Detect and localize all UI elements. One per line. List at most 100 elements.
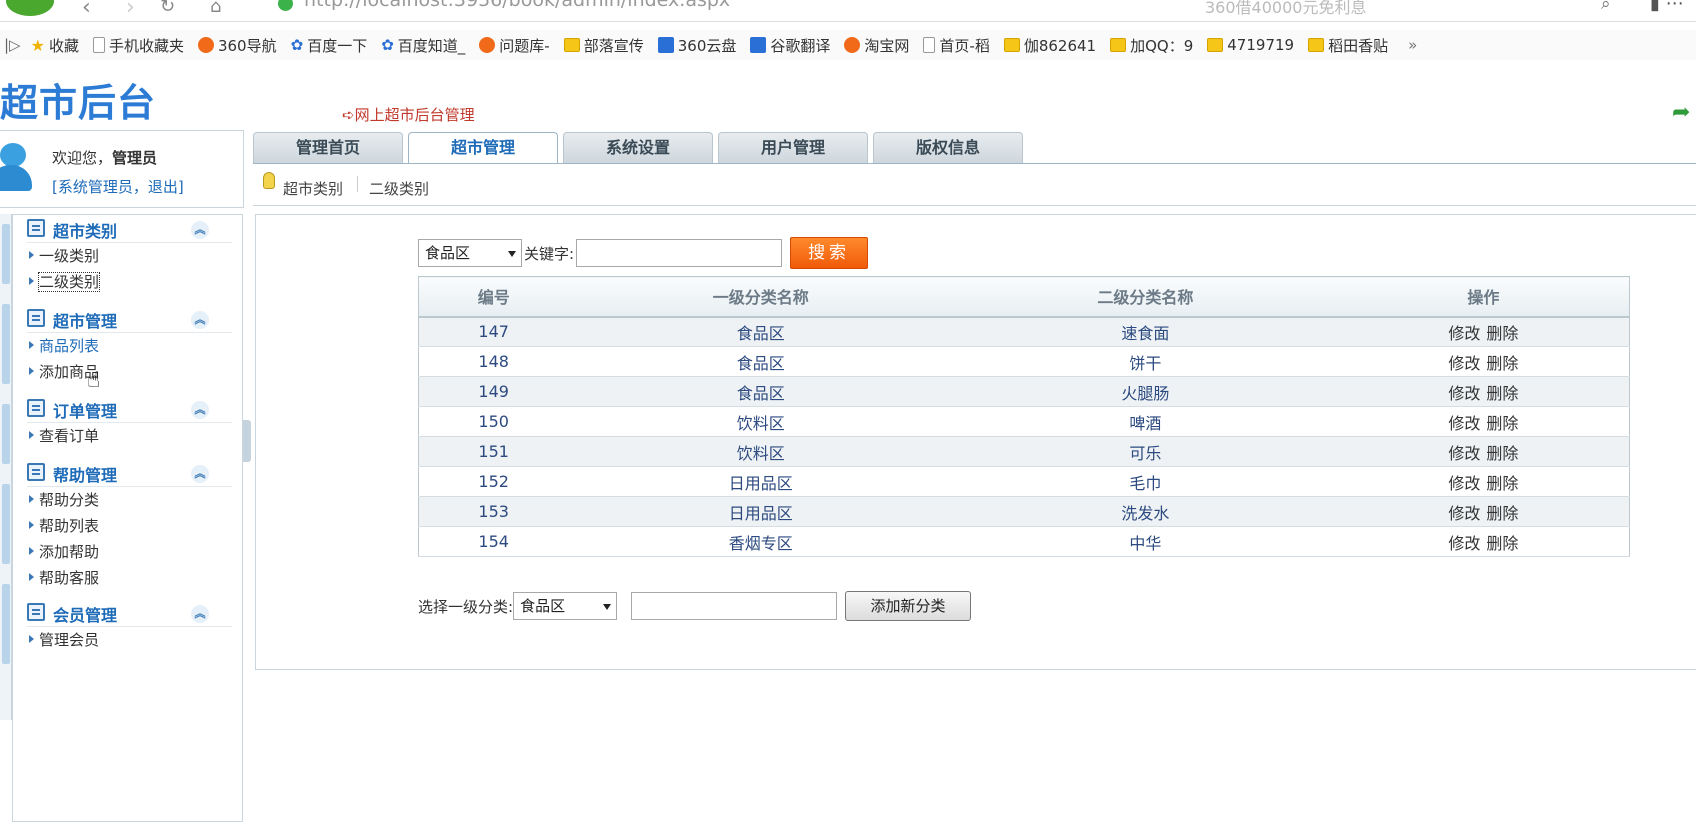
search-icon[interactable]: ⌕	[1601, 0, 1611, 14]
edit-icon	[27, 309, 45, 327]
bookmark-item[interactable]: 稻田香贴	[1308, 35, 1388, 56]
sidebar-item[interactable]: 添加商品	[27, 359, 232, 385]
dropdown-arrow-icon	[508, 251, 516, 257]
subcategory-table: 编号 一级分类名称 二级分类名称 操作 147 食品区 速食面 修改 删除 148 食品区饼…	[418, 276, 1630, 557]
delete-link[interactable]: 删除	[1486, 444, 1518, 463]
subnav-item-subcategory[interactable]: 二级类别	[369, 178, 429, 199]
sidebar-item[interactable]: 查看订单	[27, 423, 232, 449]
edit-link[interactable]: 修改	[1448, 354, 1480, 373]
add-category-select[interactable]: 食品区	[513, 592, 618, 620]
delete-link[interactable]: 删除	[1486, 324, 1518, 343]
strip-tab[interactable]	[2, 304, 10, 384]
menu-group-header[interactable]: 超市类别 ︽	[27, 215, 232, 243]
bookmark-label: 360云盘	[677, 36, 737, 55]
back-icon[interactable]: ‹	[82, 0, 91, 20]
chevron-up-icon[interactable]: ︽	[191, 401, 209, 419]
chevron-up-icon[interactable]: ︽	[191, 605, 209, 623]
bookmark-item[interactable]: 首页-稻	[923, 35, 990, 56]
logout-link[interactable]: 退出	[148, 178, 178, 196]
sidebar-item[interactable]: 二级类别	[27, 269, 232, 295]
forward-icon[interactable]: ›	[126, 0, 135, 20]
bookmark-item[interactable]: 淘宝网	[844, 35, 909, 56]
reload-icon[interactable]: ↻	[160, 0, 175, 17]
chevron-up-icon[interactable]: ︽	[191, 465, 209, 483]
strip-tab[interactable]	[2, 584, 10, 664]
sidebar-item[interactable]: 帮助分类	[27, 487, 232, 513]
delete-link[interactable]: 删除	[1486, 474, 1518, 493]
subnav-item-category[interactable]: 超市类别	[283, 178, 343, 199]
bookmark-item[interactable]: 部落宣传	[563, 35, 644, 56]
sidebar-item-label: 查看订单	[39, 427, 100, 445]
sidebar-item[interactable]: 帮助列表	[27, 513, 232, 539]
bookmark-item[interactable]: ★ 收藏	[31, 35, 79, 56]
bookmark-item[interactable]: 360导航	[197, 35, 277, 56]
role-link[interactable]: 系统管理员	[58, 178, 133, 196]
category-select[interactable]: 食品区	[418, 239, 522, 267]
chevron-up-icon[interactable]: ︽	[191, 311, 209, 329]
edit-link[interactable]: 修改	[1448, 474, 1480, 493]
table-row: 151 饮料区 可乐 修改 删除	[418, 436, 1630, 467]
add-category-button[interactable]: 添加新分类	[845, 591, 972, 621]
edit-link[interactable]: 修改	[1448, 504, 1480, 523]
edit-link[interactable]: 修改	[1448, 534, 1480, 553]
dropdown-arrow-icon	[603, 604, 612, 610]
delete-link[interactable]: 删除	[1486, 354, 1518, 373]
delete-link[interactable]: 删除	[1486, 414, 1518, 433]
bookmark-item[interactable]: 谷歌翻译	[750, 35, 830, 56]
tab-1[interactable]: 超市管理	[408, 132, 558, 165]
menu-icon[interactable]: ▮ ⋯	[1650, 0, 1684, 14]
menu-group-header[interactable]: 帮助管理 ︽	[27, 459, 232, 487]
bookmark-item[interactable]: 360云盘	[657, 35, 737, 56]
tab-2[interactable]: 系统设置	[563, 132, 713, 164]
bookmark-item[interactable]: 4719719	[1207, 35, 1294, 56]
bookmark-item[interactable]: 加QQ：9	[1110, 35, 1193, 56]
sidebar-item[interactable]: 帮助客服	[27, 565, 232, 591]
delete-link[interactable]: 删除	[1486, 504, 1518, 523]
share-icon[interactable]: ➦	[1672, 100, 1690, 125]
chevron-up-icon[interactable]: ︽	[191, 221, 209, 239]
bookmark-label: 伽862641	[1023, 36, 1097, 55]
sidebar-item[interactable]: 添加帮助	[27, 539, 232, 565]
sidebar-item[interactable]: 商品列表	[27, 333, 232, 359]
menu-group-header[interactable]: 订单管理 ︽	[27, 395, 232, 423]
tab-3[interactable]: 用户管理	[718, 132, 868, 164]
bookmark-item[interactable]: 手机收藏夹	[92, 35, 184, 56]
edit-link[interactable]: 修改	[1448, 384, 1480, 403]
edit-icon	[27, 603, 45, 621]
strip-tab[interactable]	[2, 404, 10, 464]
sidebar-collapse-handle[interactable]	[243, 420, 251, 462]
tab-0[interactable]: 管理首页	[253, 132, 403, 164]
bookmark-item[interactable]: ✿ 百度一下	[291, 35, 368, 56]
sidebar-item[interactable]: 一级类别	[27, 243, 232, 269]
sidebar-toggle-icon[interactable]: |▷	[4, 36, 21, 54]
cell-actions: 修改 删除	[1337, 526, 1630, 557]
bookmark-label: 谷歌翻译	[770, 36, 831, 55]
bookmark-item[interactable]: ✿ 百度知道_	[381, 35, 465, 56]
search-button[interactable]: 搜索	[790, 237, 869, 269]
menu-group-header[interactable]: 超市管理 ︽	[27, 305, 232, 333]
bookmark-label: 收藏	[48, 36, 79, 55]
delete-link[interactable]: 删除	[1486, 534, 1518, 553]
strip-tab[interactable]	[2, 484, 10, 564]
strip-tab[interactable]	[2, 224, 10, 284]
tab-4[interactable]: 版权信息	[873, 132, 1023, 164]
bookmark-label: 4719719	[1227, 36, 1295, 54]
keyword-input[interactable]	[576, 239, 783, 267]
delete-link[interactable]: 删除	[1486, 384, 1518, 403]
home-icon[interactable]: ⌂	[210, 0, 221, 17]
site-subtitle: ➪网上超市后台管理	[342, 104, 475, 125]
url-text[interactable]: http://localhost:3956/book/admin/index.a…	[304, 0, 730, 11]
edit-link[interactable]: 修改	[1448, 324, 1480, 343]
menu-group-header[interactable]: 会员管理 ︽	[27, 599, 232, 627]
more-bookmarks-icon[interactable]: »	[1408, 36, 1417, 54]
cell-primary: 日用品区	[568, 466, 954, 497]
search-suggestion[interactable]: 360借40000元免利息	[1205, 0, 1366, 18]
new-category-input[interactable]	[631, 592, 838, 620]
bookmark-item[interactable]: 伽862641	[1003, 35, 1097, 56]
browser-logo-icon[interactable]	[6, 0, 54, 16]
edit-link[interactable]: 修改	[1448, 414, 1480, 433]
sidebar-item[interactable]: 管理会员	[27, 627, 232, 653]
edit-link[interactable]: 修改	[1448, 444, 1480, 463]
add-category-label: 选择一级分类:	[418, 597, 514, 616]
bookmark-item[interactable]: 问题库-	[479, 35, 550, 56]
